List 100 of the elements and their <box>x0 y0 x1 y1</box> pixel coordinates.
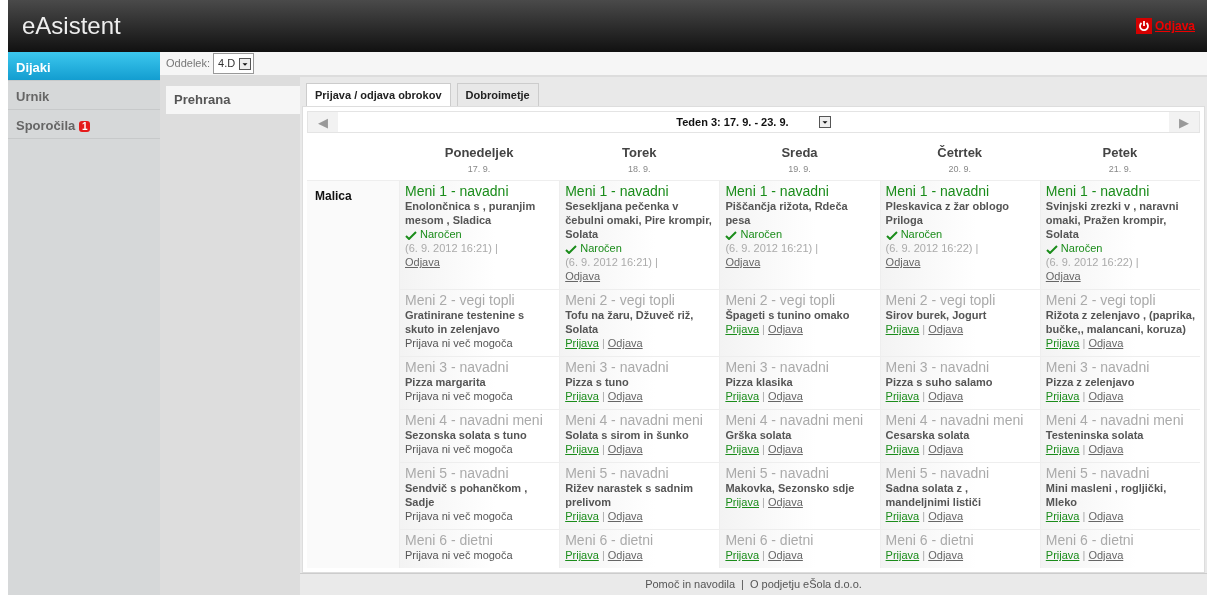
timestamp: (6. 9. 2012 16:21) <box>725 242 813 254</box>
day-date: 21. 9. <box>1107 162 1133 176</box>
cancel-link[interactable]: Odjava <box>885 256 921 268</box>
ordered-status: Naročen <box>565 242 622 254</box>
tab[interactable]: Dobroimetje <box>456 82 539 106</box>
separator: | <box>815 242 819 254</box>
dish-text: Mini masleni , rogljički, Mleko <box>1045 481 1168 509</box>
menu-title: Meni 3 - navadni <box>725 359 830 375</box>
signup-link[interactable]: Prijava <box>1045 443 1080 455</box>
tab[interactable]: Prijava / odjava obrokov <box>306 82 451 106</box>
dish-text: Tofu na žaru, Džuveč riž, Solata <box>565 308 695 336</box>
status-note: Prijava ni več mogoča <box>405 442 514 456</box>
day-name: Ponedeljek <box>443 144 515 162</box>
separator: | <box>922 323 926 335</box>
signup-link[interactable]: Prijava <box>565 510 599 522</box>
cancel-link[interactable]: Odjava <box>928 510 964 522</box>
separator: | <box>922 443 926 455</box>
cancel-link[interactable]: Odjava <box>768 496 803 508</box>
signup-link[interactable]: Prijava <box>885 549 920 561</box>
separator: | <box>1082 337 1086 349</box>
menu-title: Meni 2 - vegi topli <box>405 292 516 308</box>
separator: | <box>762 390 765 402</box>
cancel-link[interactable]: Odjava <box>725 256 761 268</box>
cancel-link[interactable]: Odjava <box>768 390 803 402</box>
menu-title: Meni 3 - navadni <box>405 359 510 375</box>
signup-link[interactable]: Prijava <box>1045 337 1080 349</box>
signup-link[interactable]: Prijava <box>725 549 759 561</box>
footer-link[interactable]: O podjetju eŠola d.o.o. <box>749 576 862 593</box>
cancel-link[interactable]: Odjava <box>1045 270 1081 282</box>
logout-link[interactable]: Odjava <box>1135 17 1195 35</box>
menu-title: Meni 4 - navadni meni <box>405 412 544 428</box>
ordered-status: Naročen <box>725 228 783 240</box>
cancel-link[interactable]: Odjava <box>607 390 643 402</box>
menu-title: Meni 1 - navadni <box>725 183 830 199</box>
signup-link[interactable]: Prijava <box>1045 390 1080 402</box>
class-label: Oddelek: <box>166 56 211 72</box>
cancel-link[interactable]: Odjava <box>768 549 803 561</box>
cancel-link[interactable]: Odjava <box>768 323 803 335</box>
dish-text: Sadna solata z , mandeljnimi lističi <box>885 481 982 509</box>
separator: | <box>1082 390 1086 402</box>
signup-link[interactable]: Prijava <box>885 443 920 455</box>
dropdown-icon[interactable] <box>818 116 831 128</box>
separator: | <box>975 242 979 254</box>
cancel-link[interactable]: Odjava <box>928 390 964 402</box>
cancel-link[interactable]: Odjava <box>565 270 601 282</box>
dish-text: Pleskavica z žar oblogo Priloga <box>885 199 1011 227</box>
signup-link[interactable]: Prijava <box>725 443 759 455</box>
menu-title: Meni 5 - navadni <box>885 465 991 481</box>
signup-link[interactable]: Prijava <box>725 390 759 402</box>
dish-text: Enolončnica s , puranjim mesom , Sladica <box>405 199 537 227</box>
menu-title: Meni 6 - dietni <box>1045 532 1135 548</box>
cancel-link[interactable]: Odjava <box>768 443 803 455</box>
signup-link[interactable]: Prijava <box>725 323 759 335</box>
menu-title: Meni 5 - navadni <box>405 465 510 481</box>
footer-link[interactable]: Pomoč in navodila <box>645 576 736 593</box>
signup-link[interactable]: Prijava <box>565 390 599 402</box>
separator: | <box>922 549 926 561</box>
day-name: Petek <box>1101 144 1139 162</box>
signup-link[interactable]: Prijava <box>565 443 599 455</box>
separator: | <box>762 323 765 335</box>
status-note: Prijava ni več mogoča <box>405 509 514 523</box>
dish-text: Gratinirane testenine s skuto in zelenjavo <box>405 308 526 336</box>
menu-title: Meni 2 - vegi topli <box>725 292 837 308</box>
cancel-link[interactable]: Odjava <box>1088 549 1124 561</box>
signup-link[interactable]: Prijava <box>1045 510 1080 522</box>
count-badge: 1 <box>78 121 91 132</box>
menu-title: Meni 2 - vegi topli <box>565 292 676 308</box>
cancel-link[interactable]: Odjava <box>1088 510 1124 522</box>
dish-text: Sesekljana pečenka v čebulni omaki, Pire krompir, Solata <box>565 199 713 241</box>
cancel-link[interactable]: Odjava <box>928 443 964 455</box>
cancel-link[interactable]: Odjava <box>607 337 643 349</box>
signup-link[interactable]: Prijava <box>565 549 599 561</box>
dish-text: Rižota z zelenjavo , (paprika, bučke,, malancani, koruza) <box>1045 308 1195 336</box>
status-note: Prijava ni več mogoča <box>405 389 514 403</box>
cancel-link[interactable]: Odjava <box>1088 337 1124 349</box>
cancel-link[interactable]: Odjava <box>928 549 964 561</box>
day-date: 20. 9. <box>947 162 972 176</box>
dish-text: Pizza margarita <box>405 375 487 389</box>
signup-link[interactable]: Prijava <box>885 323 920 335</box>
cancel-link[interactable]: Odjava <box>607 443 643 455</box>
day-name: Četrtek <box>936 144 984 162</box>
signup-link[interactable]: Prijava <box>885 510 920 522</box>
class-select[interactable]: 4.D <box>213 53 255 74</box>
signup-link[interactable]: Prijava <box>1045 549 1080 561</box>
section-tab[interactable]: Prehrana <box>166 86 300 114</box>
cancel-link[interactable]: Odjava <box>1088 443 1124 455</box>
check-icon <box>725 230 738 240</box>
dish-text: Pizza z zelenjavo <box>1045 375 1136 389</box>
timestamp: (6. 9. 2012 16:21) <box>565 256 653 268</box>
menu-title: Meni 6 - dietni <box>885 532 975 548</box>
cancel-link[interactable]: Odjava <box>607 510 643 522</box>
cancel-link[interactable]: Odjava <box>607 549 643 561</box>
ordered-status: Naročen <box>405 228 462 240</box>
signup-link[interactable]: Prijava <box>885 390 920 402</box>
cancel-link[interactable]: Odjava <box>405 256 440 268</box>
signup-link[interactable]: Prijava <box>565 337 599 349</box>
signup-link[interactable]: Prijava <box>725 496 759 508</box>
cancel-link[interactable]: Odjava <box>1088 390 1124 402</box>
cancel-link[interactable]: Odjava <box>928 323 964 335</box>
dish-text: Pizza s tuno <box>565 375 630 389</box>
